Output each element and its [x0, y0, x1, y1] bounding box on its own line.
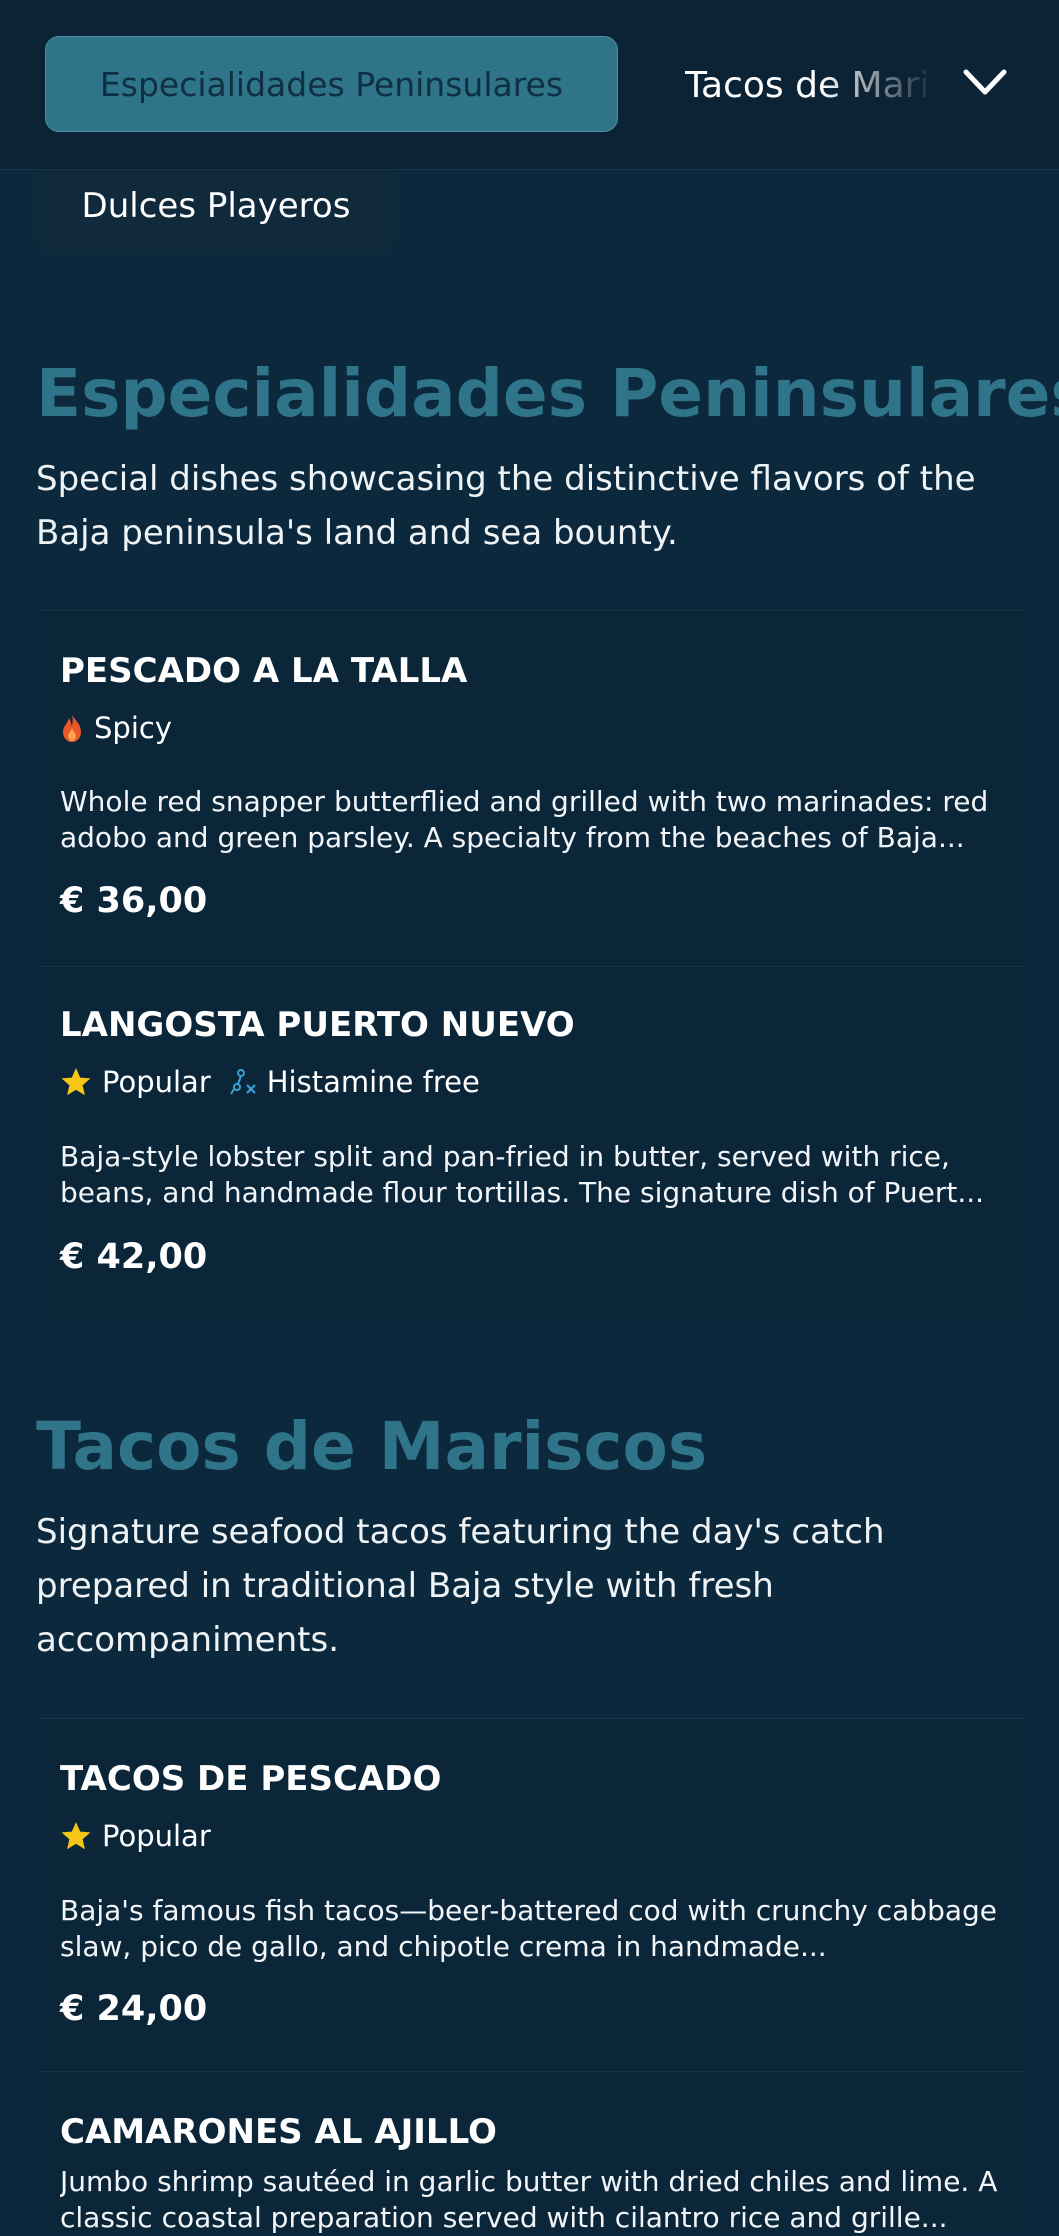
category-tab-label: Tacos de Mariscos: [685, 64, 930, 106]
tag-spicy: Spicy: [60, 711, 172, 745]
item-description: Baja's famous fish tacos—beer-battered c…: [60, 1894, 998, 1963]
menu-item-card[interactable]: LANGOSTA PUERTO NUEVO Popular Histamine …: [40, 967, 1025, 1322]
item-tags: Popular Histamine free: [60, 1065, 498, 1099]
menu-item-card[interactable]: TACOS DE PESCADO Popular Baja's famous f…: [40, 1719, 1025, 2071]
section-title: Tacos de Mariscos: [36, 1408, 708, 1485]
item-name: TACOS DE PESCADO: [60, 1759, 442, 1799]
category-tab-label: Dulces Playeros: [81, 186, 351, 226]
item-description: Baja-style lobster split and pan-fried i…: [60, 1140, 985, 1209]
flame-icon: [63, 714, 81, 742]
tag-label: Popular: [102, 1819, 211, 1853]
chevron-down-icon[interactable]: [960, 62, 1010, 102]
menu-item-card[interactable]: PESCADO A LA TALLA Spicy Whole red snapp…: [40, 611, 1025, 966]
item-price: € 24,00: [60, 1989, 208, 2029]
tag-histamine-free: Histamine free: [229, 1065, 480, 1099]
category-tab-especialidades-peninsulares[interactable]: Especialidades Peninsulares: [45, 36, 618, 132]
tag-label: Histamine free: [266, 1065, 480, 1099]
tag-label: Popular: [102, 1065, 211, 1099]
item-description: Whole red snapper butterflied and grille…: [60, 785, 989, 854]
tag-popular: Popular: [60, 1065, 211, 1099]
section-title: Especialidades Peninsulares: [36, 355, 1059, 432]
category-tab-tacos-de-mariscos[interactable]: Tacos de Mariscos: [685, 50, 930, 120]
tag-label: Spicy: [94, 711, 172, 745]
section-description: Special dishes showcasing the distinctiv…: [36, 459, 976, 553]
star-icon: [61, 1822, 91, 1850]
star-icon: [61, 1068, 91, 1096]
item-description: Jumbo shrimp sautéed in garlic butter wi…: [60, 2165, 998, 2234]
item-price: € 36,00: [60, 881, 208, 921]
item-price: € 42,00: [60, 1237, 208, 1277]
item-tags: Popular: [60, 1819, 229, 1853]
menu-item-card[interactable]: CAMARONES AL AJILLO Jumbo shrimp sautéed…: [40, 2072, 1025, 2235]
item-name: PESCADO A LA TALLA: [60, 651, 468, 691]
item-name: CAMARONES AL AJILLO: [60, 2112, 497, 2152]
tag-popular: Popular: [60, 1819, 211, 1853]
item-name: LANGOSTA PUERTO NUEVO: [60, 1005, 575, 1045]
item-tags: Spicy: [60, 711, 190, 745]
category-nav: Especialidades Peninsulares Tacos de Mar…: [0, 0, 1059, 170]
section-description: Signature seafood tacos featuring the da…: [36, 1512, 885, 1660]
category-tab-dulces-playeros[interactable]: Dulces Playeros: [37, 160, 395, 252]
category-tab-label: Especialidades Peninsulares: [99, 64, 564, 104]
histamine-free-icon: [229, 1069, 256, 1095]
